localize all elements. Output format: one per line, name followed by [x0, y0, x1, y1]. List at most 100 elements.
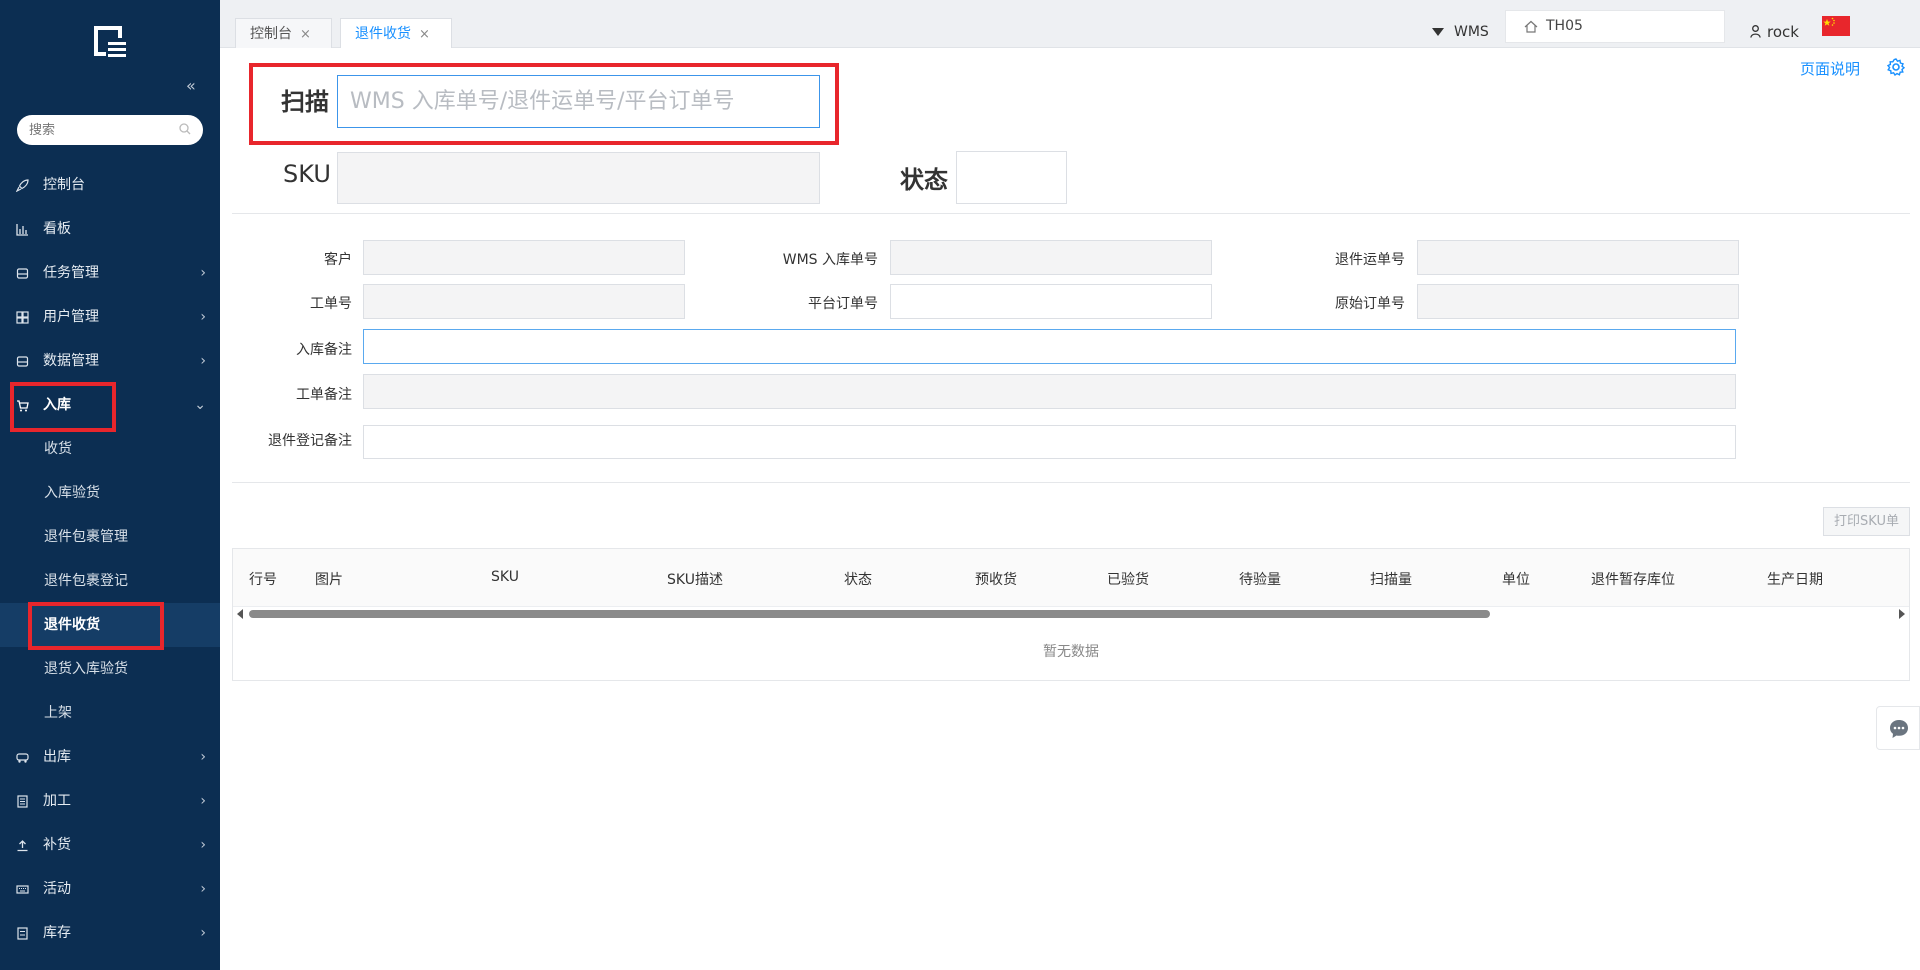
column-header: 单位: [1502, 572, 1530, 588]
system-label: WMS: [1454, 24, 1489, 40]
users-icon: [16, 311, 29, 324]
sidebar-item-label: 任务管理: [43, 265, 99, 281]
scrollbar-thumb[interactable]: [249, 610, 1490, 618]
gear-icon[interactable]: [1886, 57, 1906, 77]
page-help-link[interactable]: 页面说明: [1800, 58, 1860, 79]
tab-return-receiving[interactable]: 退件收货 ×: [340, 18, 452, 48]
close-icon[interactable]: ×: [300, 27, 311, 42]
chat-button[interactable]: [1876, 706, 1920, 750]
sidebar-item-dashboard[interactable]: 控制台: [0, 163, 220, 207]
sidebar-item-label: 收货: [44, 441, 72, 457]
upload-icon: [17, 840, 28, 852]
column-header: 退件暂存库位: [1591, 572, 1675, 588]
tab-dashboard[interactable]: 控制台 ×: [235, 18, 332, 48]
sidebar-item-label: 看板: [43, 221, 71, 237]
sidebar-item-label: 库存: [43, 925, 71, 941]
scan-input[interactable]: [337, 75, 820, 128]
sku-table: 行号 图片 SKU SKU描述 状态 预收货 已验货 待验量 扫描量 单位 退件…: [232, 548, 1910, 681]
collapse-sidebar-button[interactable]: «: [186, 76, 196, 95]
state-display: [956, 151, 1067, 204]
work-order-no-label: 工单号: [310, 296, 352, 312]
china-flag-icon[interactable]: [1822, 16, 1850, 36]
chevron-right-icon: ›: [200, 309, 206, 325]
sidebar-item-return-parcel-registration[interactable]: 退件包裹登记: [0, 559, 220, 603]
chevron-right-icon: ›: [200, 749, 206, 765]
sidebar-item-board[interactable]: 看板: [0, 207, 220, 251]
home-icon: [1524, 20, 1538, 33]
warehouse-selector[interactable]: TH05: [1505, 10, 1725, 43]
chevron-right-icon: ›: [200, 353, 206, 369]
sidebar-item-replenishment[interactable]: 补货 ›: [0, 823, 220, 867]
column-header: 扫描量: [1370, 572, 1412, 588]
sidebar-item-task-management[interactable]: 任务管理 ›: [0, 251, 220, 295]
scan-label: 扫描: [281, 88, 329, 116]
horizontal-scrollbar[interactable]: [233, 607, 1909, 621]
column-header: 已验货: [1107, 572, 1149, 588]
return-register-remark-textarea[interactable]: [363, 425, 1736, 459]
print-sku-button[interactable]: 打印SKU单: [1823, 507, 1910, 536]
truck-icon: [16, 753, 29, 763]
column-header: 待验量: [1239, 572, 1281, 588]
sidebar: « 控制台 看板 任务管理 › 用户管: [0, 0, 220, 970]
sidebar-item-return-receiving[interactable]: 退件收货: [0, 603, 220, 647]
sidebar-item-label: 退货入库验货: [44, 661, 128, 677]
return-waybill-no-field: [1417, 240, 1739, 275]
column-header: 预收货: [975, 572, 1017, 588]
sidebar-item-label: 上架: [44, 705, 72, 721]
scroll-left-icon[interactable]: [237, 609, 243, 619]
work-order-remark-field: [363, 374, 1736, 409]
sidebar-item-data-management[interactable]: 数据管理 ›: [0, 339, 220, 383]
column-header: 状态: [844, 572, 872, 588]
keyboard-icon: [16, 885, 29, 894]
tab-label: 控制台: [250, 26, 292, 42]
sidebar-item-receiving[interactable]: 收货: [0, 427, 220, 471]
column-header: 生产日期: [1767, 572, 1823, 588]
chevron-right-icon: ›: [200, 793, 206, 809]
sidebar-item-activity[interactable]: 活动 ›: [0, 867, 220, 911]
table-header: 行号 图片 SKU SKU描述 状态 预收货 已验货 待验量 扫描量 单位 退件…: [233, 549, 1909, 607]
user-name: rock: [1767, 23, 1799, 41]
sidebar-item-return-parcel-management[interactable]: 退件包裹管理: [0, 515, 220, 559]
column-header: 行号: [249, 572, 277, 588]
user-menu[interactable]: rock: [1750, 18, 1799, 46]
divider: [232, 482, 1910, 483]
return-waybill-no-label: 退件运单号: [1335, 252, 1405, 268]
sidebar-item-inventory[interactable]: 库存 ›: [0, 911, 220, 955]
user-icon: [1750, 25, 1761, 38]
wms-inbound-no-label: WMS 入库单号: [782, 252, 878, 268]
sidebar-item-processing[interactable]: 加工 ›: [0, 779, 220, 823]
sku-display: [337, 152, 820, 204]
sku-label: SKU: [283, 160, 331, 188]
wms-inbound-no-field: [890, 240, 1212, 275]
sidebar-item-putaway[interactable]: 上架: [0, 691, 220, 735]
chevron-right-icon: ›: [200, 837, 206, 853]
close-icon[interactable]: ×: [419, 27, 430, 42]
caret-down-icon: [1432, 28, 1444, 36]
sidebar-item-label: 入库验货: [44, 485, 100, 501]
chevron-right-icon: ›: [200, 925, 206, 941]
sidebar-search-input[interactable]: [17, 115, 167, 145]
sidebar-item-label: 数据管理: [43, 353, 99, 369]
sidebar-item-label: 出库: [43, 749, 71, 765]
cart-icon: [17, 400, 29, 412]
state-label: 状态: [900, 166, 948, 194]
sidebar-item-user-management[interactable]: 用户管理 ›: [0, 295, 220, 339]
top-bar: 控制台 × 退件收货 × WMS TH05 rock: [220, 0, 1920, 48]
sidebar-item-return-inbound-inspection[interactable]: 退货入库验货: [0, 647, 220, 691]
tab-label: 退件收货: [355, 26, 411, 42]
platform-order-no-field[interactable]: [890, 284, 1212, 319]
chat-icon: [1890, 720, 1908, 738]
inbound-remark-input[interactable]: [363, 329, 1736, 364]
sidebar-item-label: 补货: [43, 837, 71, 853]
original-order-no-field: [1417, 284, 1739, 319]
sidebar-item-label: 活动: [43, 881, 71, 897]
return-register-remark-label: 退件登记备注: [268, 433, 352, 449]
scroll-right-icon[interactable]: [1899, 609, 1905, 619]
sidebar-item-outbound[interactable]: 出库 ›: [0, 735, 220, 779]
system-dropdown[interactable]: WMS: [1432, 18, 1489, 46]
search-icon[interactable]: [179, 123, 191, 135]
sidebar-item-inbound[interactable]: 入库 ⌄: [0, 383, 220, 427]
sidebar-item-label: 控制台: [43, 177, 85, 193]
sidebar-item-inbound-inspection[interactable]: 入库验货: [0, 471, 220, 515]
work-order-remark-label: 工单备注: [296, 387, 352, 403]
